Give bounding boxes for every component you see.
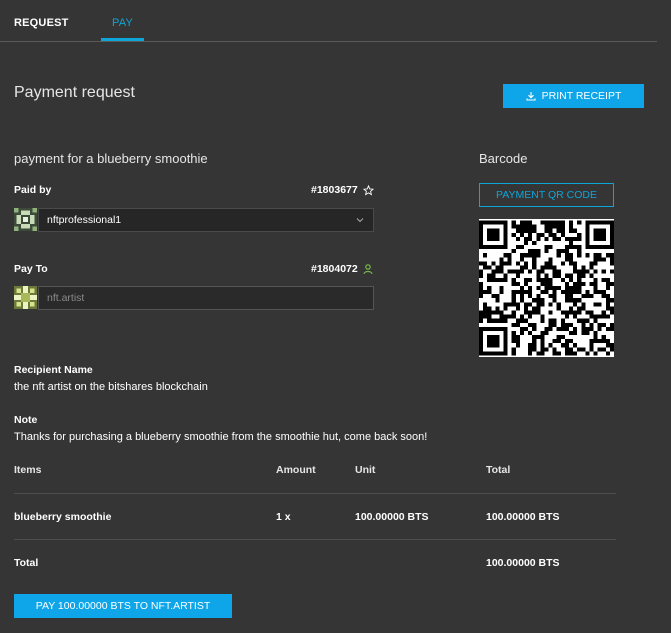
unit-header: Unit (355, 464, 376, 476)
pay-to-avatar (14, 286, 37, 309)
pay-to-account-name: nft.artist (47, 292, 85, 304)
page-title: Payment request (14, 84, 135, 101)
paid-by-account-id: #1803677 (311, 184, 374, 196)
paid-by-account-name: nftprofessional1 (47, 214, 122, 226)
payment-qr-code-button[interactable]: PAYMENT QR CODE (479, 183, 614, 207)
pay-button[interactable]: PAY 100.00000 BTS TO NFT.ARTIST (14, 594, 232, 618)
print-receipt-label: PRINT RECEIPT (541, 90, 622, 102)
user-icon (363, 263, 373, 274)
note-label: Note (14, 414, 38, 426)
tab-request[interactable]: REQUEST (14, 17, 69, 29)
tab-bar: REQUEST PAY (0, 0, 657, 42)
recipient-name-label: Recipient Name (14, 364, 93, 376)
recipient-name-value: the nft artist on the bitshares blockcha… (14, 381, 208, 393)
item-total: 100.00000 BTS (486, 511, 560, 523)
total-header: Total (486, 464, 511, 476)
barcode-title: Barcode (479, 151, 528, 166)
paid-by-label: Paid by (14, 184, 52, 196)
paid-by-id-text: #1803677 (311, 184, 358, 196)
table-divider (14, 539, 616, 540)
item-unit: 100.00000 BTS (355, 511, 429, 523)
print-receipt-button[interactable]: PRINT RECEIPT (503, 84, 644, 108)
item-name: blueberry smoothie (14, 511, 112, 523)
amount-header: Amount (276, 464, 316, 476)
chevron-down-icon (356, 218, 364, 223)
download-icon (526, 92, 536, 101)
qr-code (479, 219, 614, 357)
paid-by-avatar (14, 208, 37, 231)
note-value: Thanks for purchasing a blueberry smooth… (14, 431, 428, 443)
paid-by-account-select[interactable]: nftprofessional1 (38, 208, 374, 232)
grand-total-label: Total (14, 557, 39, 569)
items-header: Items (14, 464, 42, 476)
active-tab-indicator (101, 38, 144, 41)
star-outline-icon[interactable] (362, 184, 374, 196)
table-divider (14, 493, 616, 494)
pay-to-account-id: #1804072 (311, 263, 373, 275)
grand-total-value: 100.00000 BTS (486, 557, 560, 569)
tab-pay[interactable]: PAY (101, 17, 144, 29)
memo-title: payment for a blueberry smoothie (14, 151, 208, 166)
item-amount: 1 x (276, 511, 291, 523)
pay-to-account-input[interactable]: nft.artist (38, 286, 374, 310)
pay-to-label: Pay To (14, 263, 48, 275)
pay-to-id-text: #1804072 (311, 263, 358, 275)
